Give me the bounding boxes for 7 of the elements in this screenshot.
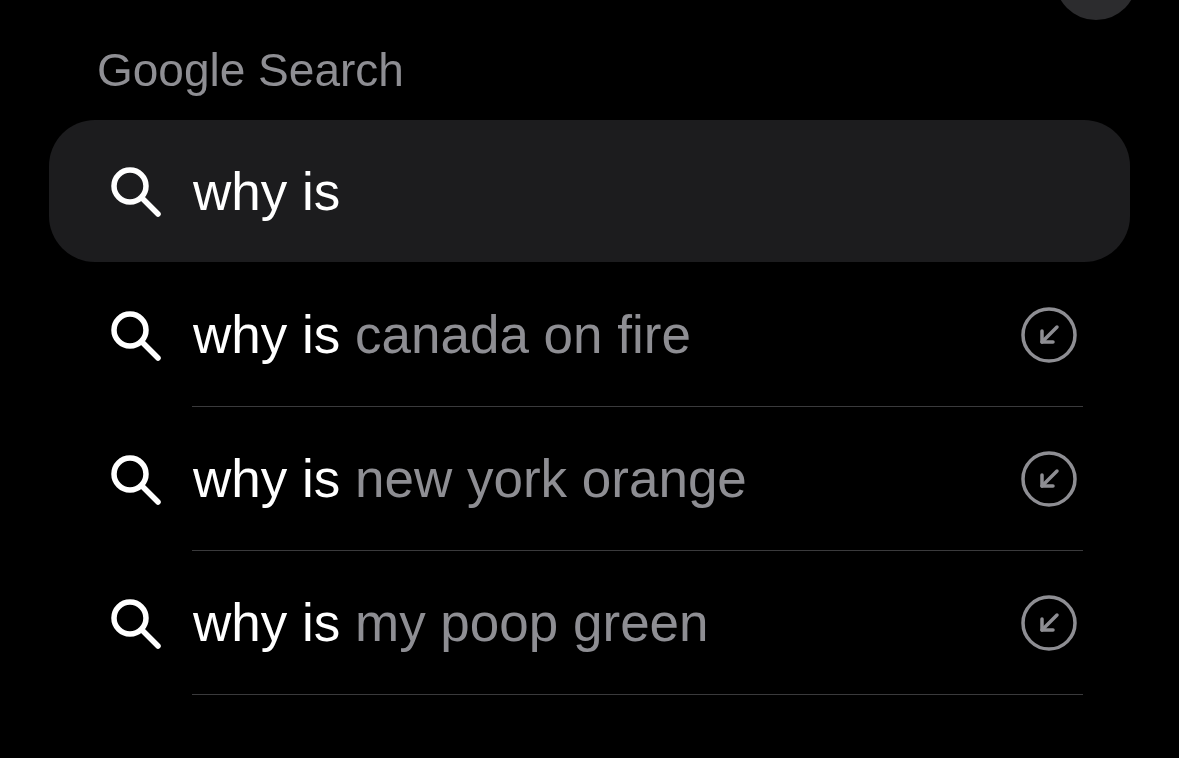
suggestion-row[interactable]: why is my poop green: [0, 551, 1179, 694]
suggestion-text: why is new york orange: [193, 448, 748, 509]
suggestion-text: why is canada on fire: [193, 304, 692, 365]
suggestion-row[interactable]: why is canada on fire: [0, 263, 1179, 406]
section-heading: Google Search: [96, 43, 405, 98]
suggestion-row[interactable]: why is new york orange: [0, 407, 1179, 550]
suggestion-text: why is my poop green: [193, 592, 710, 653]
